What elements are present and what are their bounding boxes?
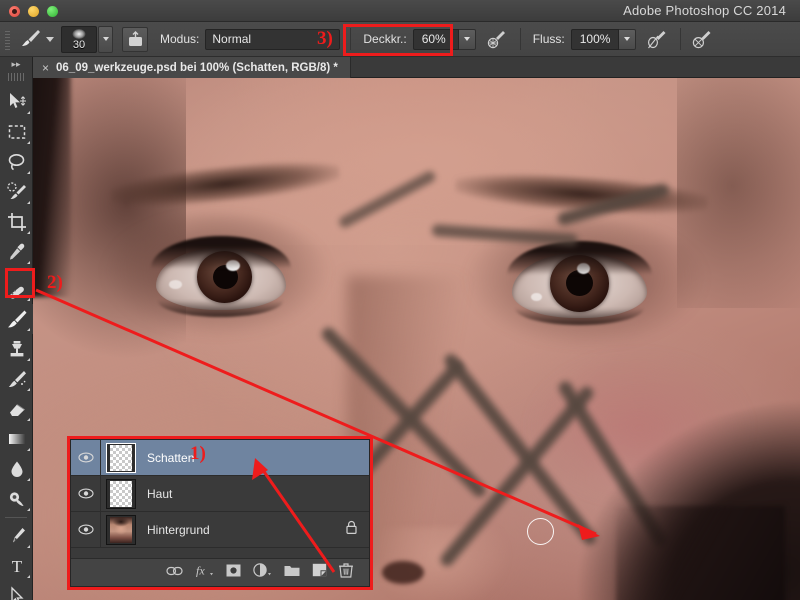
- history-brush-icon[interactable]: [0, 364, 33, 394]
- smoothing-icon[interactable]: [689, 26, 715, 52]
- layers-panel-footer: fx: [71, 558, 369, 586]
- opacity-value: 60%: [421, 32, 446, 46]
- close-window-button[interactable]: [9, 6, 20, 17]
- eye-icon: [77, 452, 94, 463]
- zoom-window-button[interactable]: [47, 6, 58, 17]
- lock-icon: [345, 520, 358, 540]
- path-arrow-icon[interactable]: [0, 581, 33, 600]
- layer-thumbnail[interactable]: [106, 442, 136, 473]
- options-bar-grip[interactable]: [3, 28, 13, 50]
- crop-icon[interactable]: [0, 207, 33, 237]
- pen-icon[interactable]: [0, 521, 33, 551]
- eye-left: [150, 236, 292, 317]
- layer-name: Haut: [147, 486, 173, 501]
- folder-icon[interactable]: [284, 564, 300, 582]
- opacity-input[interactable]: 60%: [412, 28, 459, 50]
- svg-text:T: T: [11, 557, 22, 576]
- clone-stamp-icon[interactable]: [0, 334, 33, 364]
- layer-visibility-toggle[interactable]: [71, 475, 101, 512]
- quick-selection-icon[interactable]: [0, 177, 33, 207]
- pressure-opacity-icon[interactable]: [484, 26, 510, 52]
- type-icon[interactable]: T: [0, 551, 33, 581]
- app-title: Adobe Photoshop CC 2014: [623, 3, 786, 18]
- brush-tool[interactable]: [0, 304, 33, 334]
- options-divider-3: [680, 28, 682, 50]
- brush-cursor-circle: [526, 518, 554, 546]
- window-controls: [9, 6, 58, 17]
- tools-panel-grip[interactable]: [8, 72, 24, 83]
- layer-visibility-toggle[interactable]: [71, 511, 101, 548]
- eraser-icon[interactable]: [0, 394, 33, 424]
- marquee-icon[interactable]: [0, 117, 33, 147]
- annotation-label-1: 1): [190, 443, 206, 464]
- layer-row-haut[interactable]: Haut: [71, 475, 369, 512]
- photoshop-window: Adobe Photoshop CC 2014 30 Modus: Normal: [0, 0, 800, 600]
- brush-icon[interactable]: [15, 26, 45, 52]
- half-circle-icon[interactable]: [253, 563, 272, 582]
- mask-icon[interactable]: [226, 564, 241, 582]
- dodge-icon[interactable]: [0, 484, 33, 514]
- layer-thumbnail[interactable]: [106, 478, 136, 509]
- layer-row-hintergrund[interactable]: Hintergrund: [71, 511, 369, 548]
- trash-icon[interactable]: [339, 562, 353, 583]
- tools-panel: ▸▸ T: [0, 57, 33, 600]
- brush-tip-blob: [72, 28, 86, 39]
- document-tab[interactable]: × 06_09_werkzeuge.psd bei 100% (Schatten…: [33, 57, 351, 78]
- collapse-tools-button[interactable]: ▸▸: [0, 57, 32, 71]
- lasso-icon[interactable]: [0, 147, 33, 177]
- flow-value: 100%: [579, 32, 611, 46]
- options-divider-2: [519, 28, 521, 50]
- mode-label: Modus:: [160, 32, 200, 46]
- flow-stepper[interactable]: [619, 28, 637, 50]
- options-bar: 30 Modus: Normal Deckkr.: 60% Fluss: 100…: [0, 22, 800, 57]
- layers-panel: Schatten Haut Hintergrund fx: [70, 439, 370, 587]
- eyedropper-icon[interactable]: [0, 237, 33, 267]
- flow-input[interactable]: 100%: [570, 28, 620, 50]
- healing-brush-icon[interactable]: [0, 274, 33, 304]
- brush-size-preview[interactable]: 30: [61, 25, 97, 53]
- new-layer-icon[interactable]: [312, 563, 327, 582]
- tablet-pressure-icon[interactable]: [122, 26, 148, 52]
- document-tab-title: 06_09_werkzeuge.psd bei 100% (Schatten, …: [56, 61, 338, 74]
- airbrush-icon[interactable]: [644, 26, 670, 52]
- title-bar: Adobe Photoshop CC 2014: [0, 0, 800, 22]
- layer-thumbnail[interactable]: [106, 514, 136, 545]
- eye-icon: [77, 524, 94, 535]
- opacity-label: Deckkr.:: [363, 32, 407, 46]
- options-divider-1: [350, 28, 352, 50]
- blend-mode-value: Normal: [212, 32, 252, 46]
- blur-drop-icon[interactable]: [0, 454, 33, 484]
- annotation-label-3: 3): [317, 28, 333, 49]
- layer-name: Schatten: [147, 450, 195, 465]
- link-icon[interactable]: [166, 564, 183, 582]
- eye-right: [507, 241, 652, 325]
- document-tab-strip: × 06_09_werkzeuge.psd bei 100% (Schatten…: [33, 57, 800, 78]
- layer-name: Hintergrund: [147, 522, 210, 537]
- annotation-label-2: 2): [47, 272, 63, 293]
- layer-visibility-toggle[interactable]: [71, 439, 101, 476]
- eye-icon: [77, 488, 94, 499]
- layer-row-schatten[interactable]: Schatten: [71, 439, 369, 476]
- opacity-stepper[interactable]: [458, 28, 476, 50]
- svg-text:fx: fx: [196, 564, 205, 578]
- flow-label: Fluss:: [532, 32, 565, 46]
- move-tool[interactable]: [0, 87, 33, 117]
- brush-preset-picker-arrow[interactable]: [46, 36, 54, 42]
- brush-preset-dropdown[interactable]: [98, 25, 113, 53]
- minimize-window-button[interactable]: [28, 6, 39, 17]
- tools-divider-2: [5, 517, 27, 518]
- brush-size-value: 30: [72, 38, 86, 51]
- gradient-icon[interactable]: [0, 424, 33, 454]
- fx-icon[interactable]: fx: [195, 563, 214, 582]
- close-icon[interactable]: ×: [42, 62, 49, 74]
- tools-divider-1: [5, 270, 27, 271]
